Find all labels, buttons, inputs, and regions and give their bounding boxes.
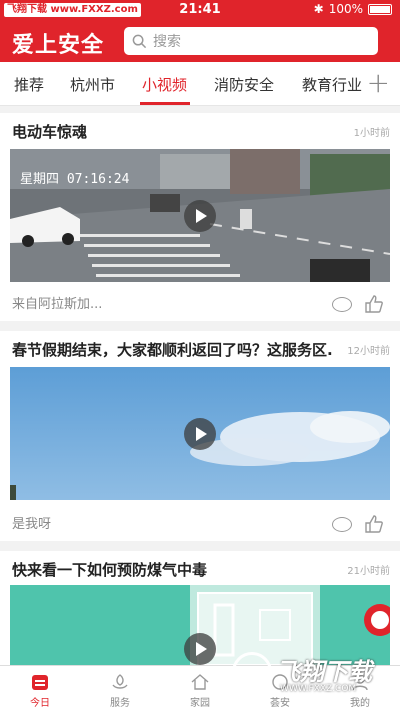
bluetooth-icon: ✱ [313,2,324,16]
home-icon [191,674,209,690]
nav-today[interactable]: 今日 [0,666,80,710]
category-tabs: 推荐 杭州市 小视频 消防安全 教育行业 + [0,62,400,106]
nav-service[interactable]: 服务 [80,666,160,710]
video-source: 来自阿拉斯加... [12,297,103,312]
battery-label: 100% [328,2,363,16]
video-source: 是我呀 [12,517,52,532]
video-title: 快来看一下如何预防煤气中毒 [12,561,208,579]
nav-label: 服务 [110,698,130,709]
nav-home[interactable]: 家园 [160,666,240,710]
like-icon[interactable] [364,514,384,534]
tab-recommend[interactable]: 推荐 [14,74,44,95]
video-time: 21小时前 [347,566,390,577]
watermark-text: 飞翔下载 [276,658,372,686]
feed-item[interactable]: 春节假期结束，大家都顺利返回了吗？这服务区... 12小时前 是我呀 [0,331,400,541]
play-button[interactable] [184,418,216,450]
add-tab-icon[interactable]: + [367,66,390,99]
video-time: 12小时前 [347,346,390,357]
comment-icon[interactable] [332,297,352,312]
status-icons: ✱ 100% [314,2,392,16]
service-icon [112,674,128,689]
search-placeholder: 搜索 [153,34,181,50]
watermark: 飞翔下载 WWW.FXXZ.COM [230,648,390,706]
video-title: 电动车惊魂 [12,123,88,141]
video-thumbnail[interactable] [10,367,390,500]
active-tab-indicator [140,102,190,105]
status-bar: 飞翔下载 www.FXXZ.com 21:41 ✱ 100% [0,0,400,20]
search-icon [132,34,147,48]
calendar-icon [32,675,48,690]
battery-icon [368,3,392,15]
video-thumbnail[interactable]: 星期四 07:16:24 [10,149,390,282]
video-title: 春节假期结束，大家都顺利返回了吗？这服务区... [12,341,332,359]
video-time: 1小时前 [353,128,390,139]
tab-short-video[interactable]: 小视频 [142,74,187,95]
tab-fire-safety[interactable]: 消防安全 [214,74,274,95]
watermark-url: WWW.FXXZ.COM [280,684,357,694]
app-header: 爱上安全 搜索 [0,20,400,62]
tab-hangzhou[interactable]: 杭州市 [70,74,115,95]
feed-item[interactable]: 电动车惊魂 1小时前 星期四 07:16:24 来自阿拉斯加... [0,113,400,321]
play-button[interactable] [184,633,216,665]
nav-label: 家园 [190,698,210,709]
comment-icon[interactable] [332,517,352,532]
app-logo: 爱上安全 [12,32,105,58]
like-icon[interactable] [364,294,384,314]
play-button[interactable] [184,200,216,232]
nav-label: 今日 [30,698,50,709]
watermark-logo-icon [232,652,272,692]
tab-education[interactable]: 教育行业 [302,74,362,95]
video-timestamp-overlay: 星期四 07:16:24 [20,172,130,187]
search-bar[interactable]: 搜索 [124,27,378,55]
